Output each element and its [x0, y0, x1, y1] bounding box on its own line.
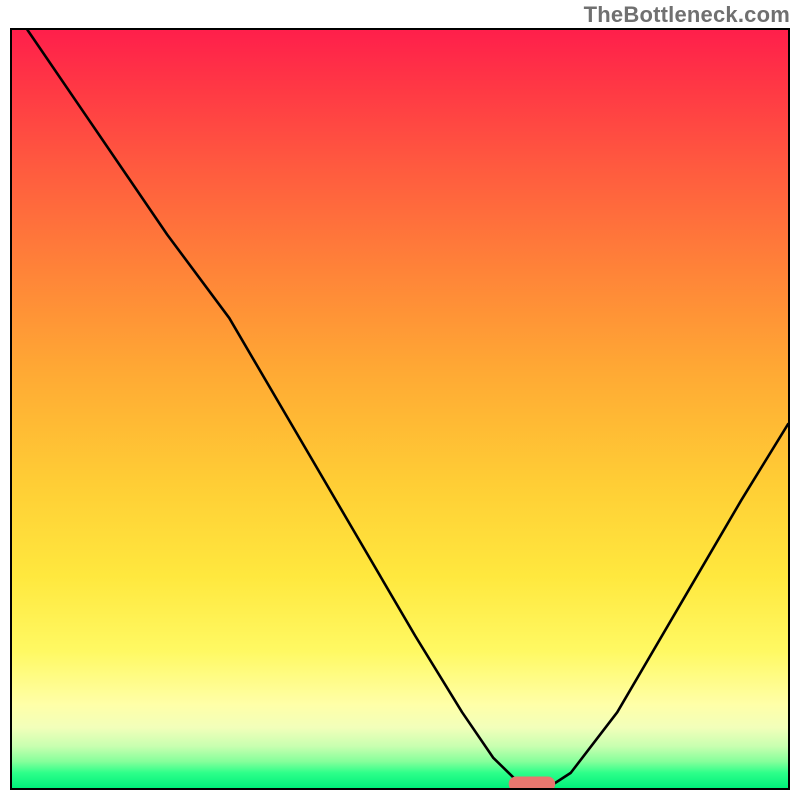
watermark-text: TheBottleneck.com	[584, 2, 790, 28]
optimal-marker	[509, 776, 556, 788]
chart-container: TheBottleneck.com	[0, 0, 800, 800]
bottleneck-curve	[28, 30, 788, 788]
plot-frame	[10, 28, 790, 790]
curve-layer	[12, 30, 788, 788]
